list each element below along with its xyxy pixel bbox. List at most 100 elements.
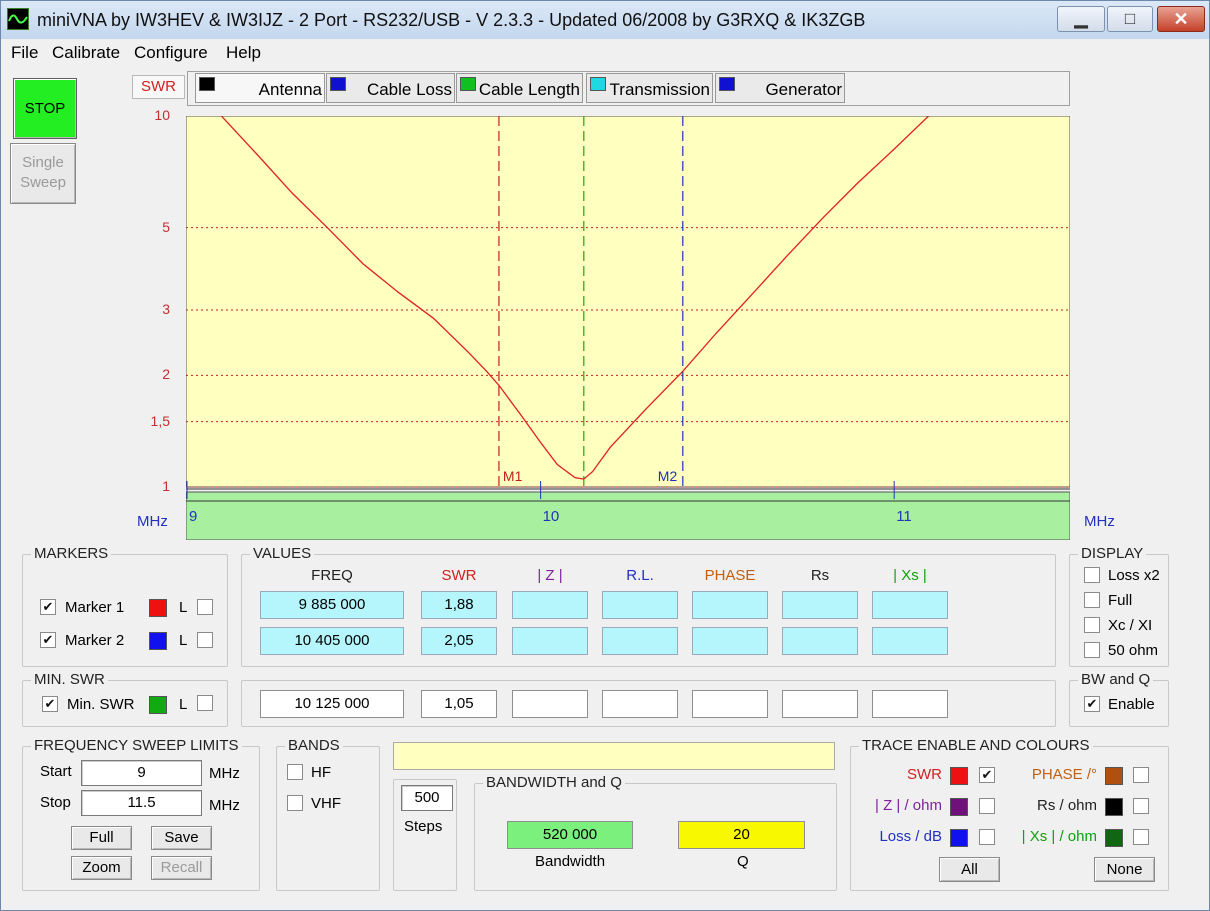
trace-phase-label: PHASE /° bbox=[1031, 766, 1097, 783]
start-freq-input[interactable]: 9 bbox=[81, 760, 202, 786]
minimize-icon: ▁ bbox=[1074, 9, 1088, 28]
stop-label: Stop bbox=[40, 794, 71, 811]
start-unit-label: MHz bbox=[209, 765, 240, 782]
trace-swr-color-swatch[interactable] bbox=[950, 767, 968, 785]
marker1-l-checkbox[interactable] bbox=[197, 599, 213, 615]
marker1-value-cell: 1,88 bbox=[421, 591, 497, 619]
bw-q-enable-checkbox[interactable]: ✔ bbox=[1084, 696, 1100, 712]
min-swr-value-cell bbox=[872, 690, 948, 718]
steps-label: Steps bbox=[404, 818, 443, 835]
menu-file[interactable]: File bbox=[11, 43, 38, 63]
marker1-color-swatch[interactable] bbox=[149, 599, 167, 617]
all-traces-button[interactable]: All bbox=[939, 857, 1000, 882]
stop-button[interactable]: STOP bbox=[13, 78, 77, 139]
close-button[interactable]: ✕ bbox=[1157, 6, 1205, 32]
min-swr-l-checkbox[interactable] bbox=[197, 695, 213, 711]
marker2-checkbox[interactable]: ✔ bbox=[40, 632, 56, 648]
status-bar bbox=[393, 742, 835, 770]
tab-generator[interactable]: Generator bbox=[715, 73, 845, 103]
xc-xl-checkbox[interactable] bbox=[1084, 617, 1100, 633]
sweep-limits-title: FREQUENCY SWEEP LIMITS bbox=[31, 737, 242, 754]
tab-transmission[interactable]: Transmission bbox=[586, 73, 713, 103]
values-title: VALUES bbox=[250, 545, 315, 562]
loss-x2-checkbox[interactable] bbox=[1084, 567, 1100, 583]
zoom-button[interactable]: Zoom bbox=[71, 856, 132, 880]
minimize-button[interactable]: ▁ bbox=[1057, 6, 1105, 32]
x-tick-label-9: 9 bbox=[189, 508, 197, 525]
min-swr-checkbox[interactable]: ✔ bbox=[42, 696, 58, 712]
menu-configure[interactable]: Configure bbox=[134, 43, 208, 63]
tab-label: Generator bbox=[765, 80, 842, 99]
50-ohm-checkbox[interactable] bbox=[1084, 642, 1100, 658]
no-traces-button[interactable]: None bbox=[1094, 857, 1155, 882]
tab-label: Cable Loss bbox=[366, 80, 452, 99]
trace-z-label: | Z | / ohm bbox=[875, 797, 942, 814]
stop-freq-input[interactable]: 11.5 bbox=[81, 790, 202, 816]
start-label: Start bbox=[40, 763, 72, 780]
marker2-value-cell bbox=[692, 627, 768, 655]
min-swr-title: MIN. SWR bbox=[31, 671, 108, 688]
trace-loss-color-swatch[interactable] bbox=[950, 829, 968, 847]
marker1-value-cell: 9 885 000 bbox=[260, 591, 404, 619]
full-checkbox[interactable] bbox=[1084, 592, 1100, 608]
trace-xs-color-swatch[interactable] bbox=[1105, 829, 1123, 847]
menu-calibrate[interactable]: Calibrate bbox=[52, 43, 120, 63]
tab-cable-length[interactable]: Cable Length bbox=[456, 73, 583, 103]
trace-rs-checkbox[interactable] bbox=[1133, 798, 1149, 814]
marker2-value-cell bbox=[872, 627, 948, 655]
marker-label-M2: M2 bbox=[658, 468, 678, 484]
values-header-0: FREQ bbox=[311, 567, 353, 584]
marker1-l-label: L bbox=[179, 599, 188, 616]
bandwidth-q-title: BANDWIDTH and Q bbox=[483, 774, 625, 791]
marker1-label: Marker 1 bbox=[65, 599, 125, 616]
trace-loss-label: Loss / dB bbox=[879, 828, 942, 845]
plot-area bbox=[186, 116, 1070, 488]
display-title: DISPLAY bbox=[1078, 545, 1147, 562]
marker2-value-cell: 10 405 000 bbox=[260, 627, 404, 655]
marker2-l-checkbox[interactable] bbox=[197, 632, 213, 648]
min-swr-value-cell: 1,05 bbox=[421, 690, 497, 718]
maximize-button[interactable]: □ bbox=[1107, 6, 1153, 32]
swr-mode-label: SWR bbox=[132, 75, 185, 99]
window-title: miniVNA by IW3HEV & IW3IJZ - 2 Port - RS… bbox=[37, 10, 866, 30]
values-header-5: Rs bbox=[810, 567, 830, 584]
menu-help[interactable]: Help bbox=[226, 43, 261, 63]
title-bar: miniVNA by IW3HEV & IW3IJZ - 2 Port - RS… bbox=[1, 1, 1209, 39]
xc-xl-label: Xc / XI bbox=[1108, 617, 1153, 634]
single-sweep-button[interactable]: Single Sweep bbox=[10, 143, 76, 204]
vhf-checkbox[interactable] bbox=[287, 795, 303, 811]
swr-chart[interactable]: 9 10 11 M1 M2 bbox=[186, 116, 1070, 540]
y-tick-label-3: 3 bbox=[162, 300, 170, 317]
trace-z-checkbox[interactable] bbox=[979, 798, 995, 814]
trace-xs-checkbox[interactable] bbox=[1133, 829, 1149, 845]
min-swr-value-cell bbox=[602, 690, 678, 718]
bw-q-enable-label: Enable bbox=[1108, 696, 1155, 713]
min-swr-color-swatch[interactable] bbox=[149, 696, 167, 714]
marker2-color-swatch[interactable] bbox=[149, 632, 167, 650]
trace-rs-color-swatch[interactable] bbox=[1105, 798, 1123, 816]
trace-swr-checkbox[interactable]: ✔ bbox=[979, 767, 995, 783]
hf-checkbox[interactable] bbox=[287, 764, 303, 780]
trace-phase-checkbox[interactable] bbox=[1133, 767, 1149, 783]
marker2-value-cell bbox=[512, 627, 588, 655]
recall-button[interactable]: Recall bbox=[151, 856, 212, 880]
steps-input[interactable]: 500 bbox=[401, 785, 453, 811]
tab-antenna[interactable]: Antenna bbox=[195, 73, 325, 103]
min-swr-label: Min. SWR bbox=[67, 696, 135, 713]
save-sweep-button[interactable]: Save bbox=[151, 826, 212, 850]
trace-z-color-swatch[interactable] bbox=[950, 798, 968, 816]
hf-label: HF bbox=[311, 764, 331, 781]
min-swr-value-cell: 10 125 000 bbox=[260, 690, 404, 718]
marker1-value-cell bbox=[782, 591, 858, 619]
min-swr-value-cell bbox=[782, 690, 858, 718]
trace-loss-checkbox[interactable] bbox=[979, 829, 995, 845]
values-header-2: | Z | bbox=[537, 567, 563, 584]
q-value: 20 bbox=[678, 821, 805, 849]
marker1-checkbox[interactable]: ✔ bbox=[40, 599, 56, 615]
trace-phase-color-swatch[interactable] bbox=[1105, 767, 1123, 785]
tab-label: Cable Length bbox=[478, 80, 580, 99]
antenna-icon bbox=[199, 77, 215, 91]
full-sweep-button[interactable]: Full bbox=[71, 826, 132, 850]
values-header-4: PHASE bbox=[704, 567, 756, 584]
tab-cable-loss[interactable]: Cable Loss bbox=[326, 73, 455, 103]
